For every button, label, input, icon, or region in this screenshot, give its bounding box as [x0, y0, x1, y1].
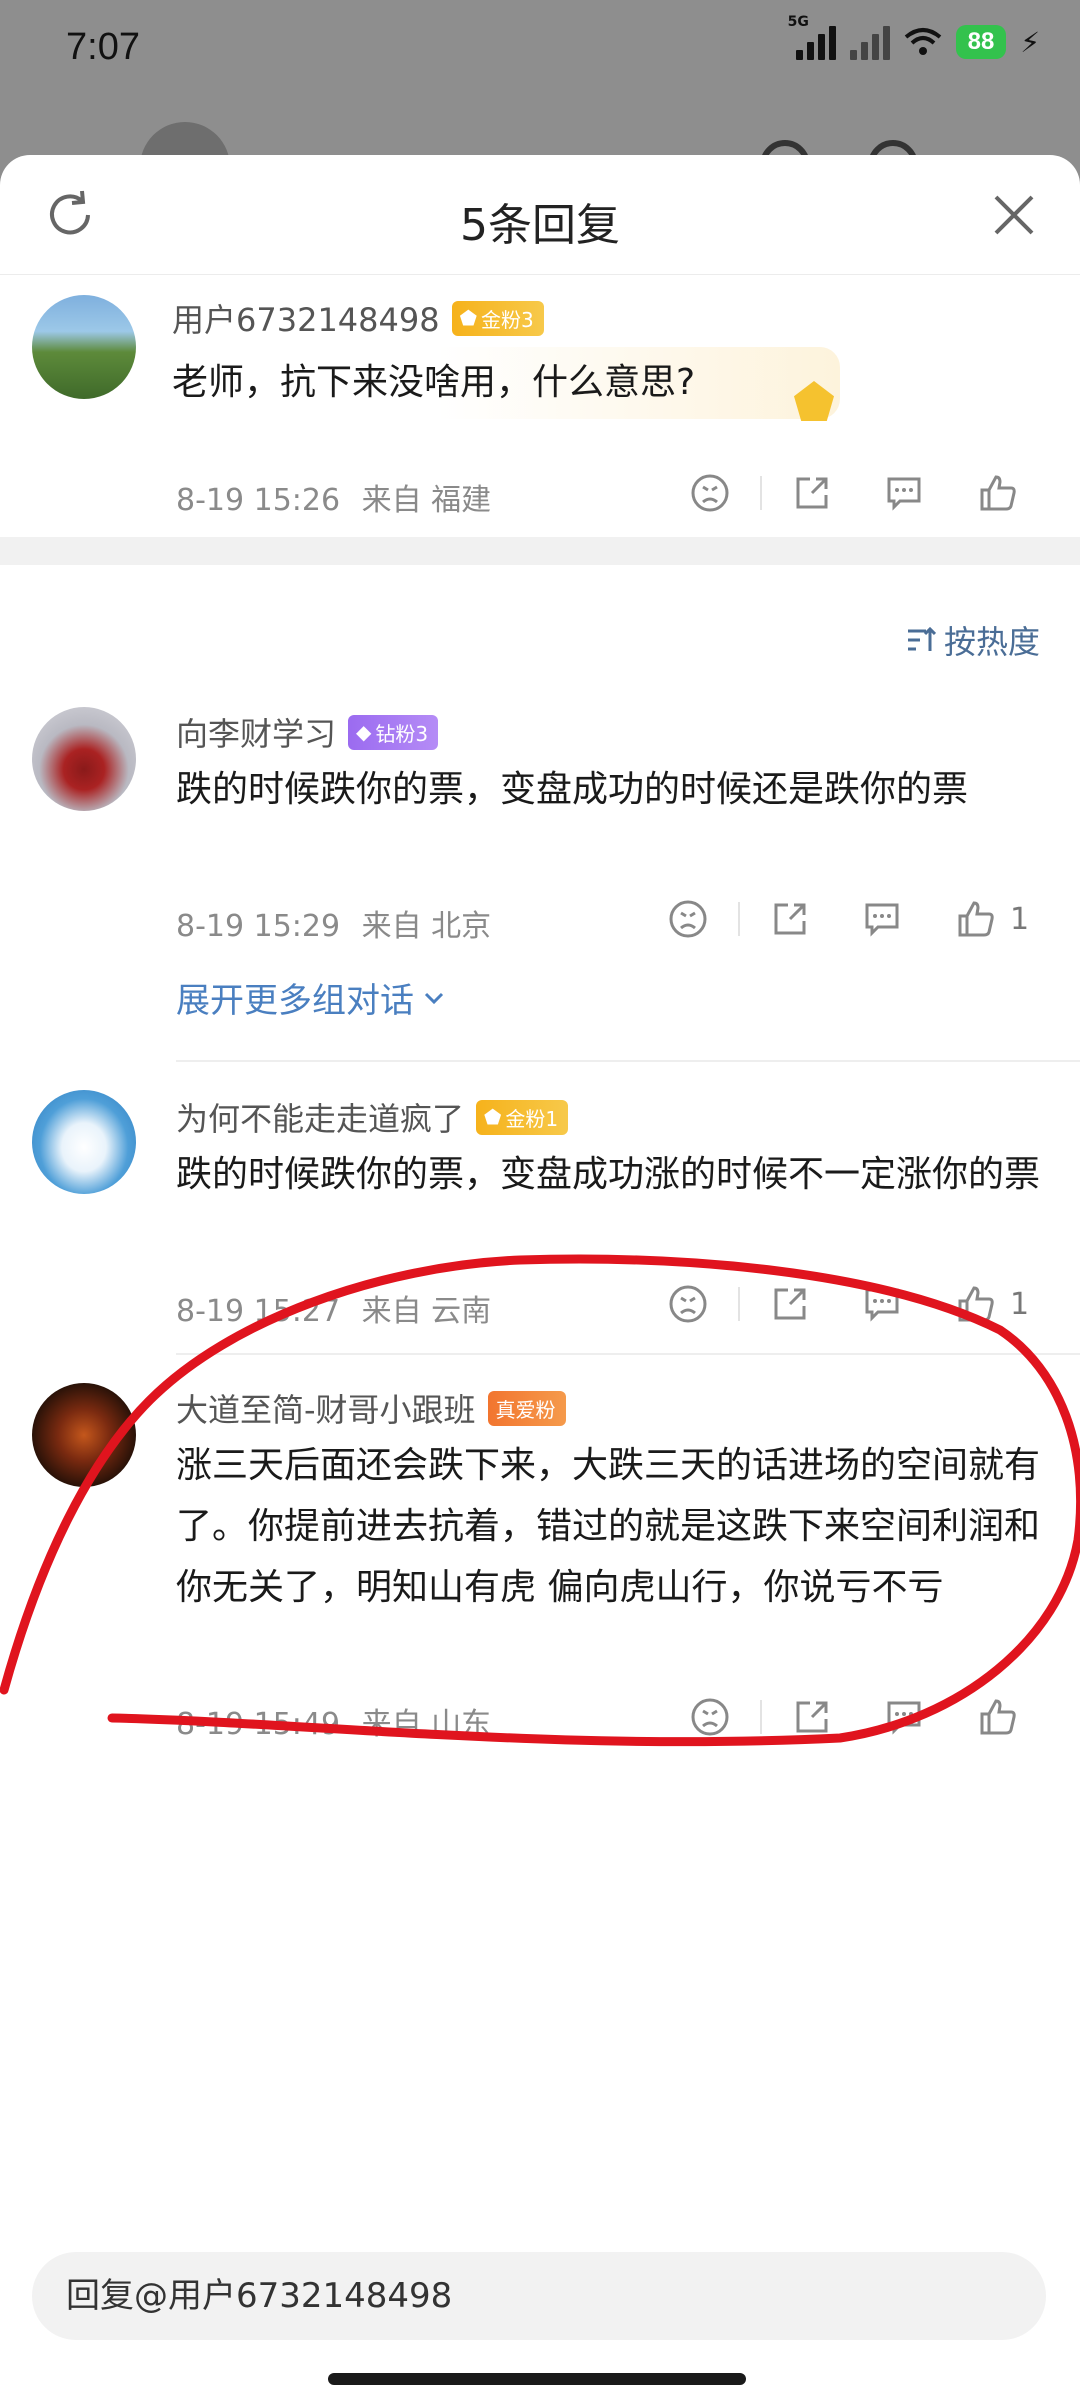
comment-location: 来自 北京 — [361, 909, 492, 944]
like-button[interactable] — [974, 469, 1022, 517]
reply-input[interactable]: 回复@用户6732148498 — [32, 2252, 1046, 2340]
thumbs-up-icon — [958, 901, 994, 937]
share-button[interactable] — [788, 469, 836, 517]
avatar[interactable] — [32, 1090, 136, 1194]
comment-icon — [887, 477, 921, 511]
dislike-button[interactable] — [686, 469, 734, 517]
dislike-button[interactable] — [664, 1280, 712, 1328]
fan-badge-label: 金粉1 — [505, 1106, 559, 1131]
comment-button[interactable] — [880, 1693, 928, 1741]
charging-icon: ⚡ — [1020, 25, 1040, 59]
share-button[interactable] — [766, 895, 814, 943]
battery-indicator: 88 — [955, 25, 1007, 59]
reply-divider — [176, 1060, 1080, 1062]
badge-gem-icon: ⬟ — [459, 306, 477, 330]
share-button[interactable] — [766, 1280, 814, 1328]
like-count: 1 — [1010, 901, 1030, 937]
dislike-button[interactable] — [664, 895, 712, 943]
comment-location: 来自 云南 — [361, 1294, 492, 1329]
share-icon — [774, 903, 806, 935]
expand-conversation-label: 展开更多组对话 — [176, 981, 414, 1021]
comment-date: 8-19 15:29 — [176, 909, 341, 944]
network-type-label: 5G — [787, 14, 809, 30]
comment-icon — [887, 1701, 921, 1735]
sort-icon — [907, 626, 936, 651]
sort-toggle[interactable]: 按热度 — [906, 617, 1040, 663]
comment-location: 来自 山东 — [361, 1707, 492, 1742]
dislike-face-icon — [669, 1285, 707, 1323]
status-time: 7:07 — [66, 26, 140, 68]
badge-gem-icon: ⬟ — [484, 1105, 502, 1129]
fan-badge: ◆ 钻粉3 — [348, 714, 439, 750]
comment-icon — [865, 903, 899, 937]
status-icons: 5G 88 ⚡ — [788, 14, 1040, 60]
comment-date: 8-19 15:27 — [176, 1294, 341, 1329]
like-button[interactable] — [974, 1693, 1022, 1741]
avatar[interactable] — [32, 1383, 136, 1487]
comment-date: 8-19 15:49 — [176, 1707, 341, 1742]
home-indicator[interactable] — [328, 2373, 746, 2385]
expand-conversation-link[interactable]: 展开更多组对话 — [176, 973, 446, 1022]
badge-diamond-icon: ◆ — [356, 720, 372, 744]
share-button[interactable] — [788, 1693, 836, 1741]
sort-label: 按热度 — [943, 623, 1040, 661]
share-icon — [796, 477, 828, 509]
fan-badge: ⬟ 金粉1 — [476, 1099, 569, 1135]
replies-sheet: 5条回复 用户6732148498 ⬟ 金粉3 老师，抗下来没啥用，什么意思? 8… — [0, 155, 1080, 2400]
comment-text: 涨三天后面还会跌下来，大跌三天的话进场的空间就有了。你提前进去抗着，错过的就是这… — [176, 1445, 1041, 1608]
sheet-title: 5条回复 — [460, 200, 620, 251]
thumbs-up-icon — [980, 1699, 1016, 1735]
thumbs-up-icon — [958, 1286, 994, 1322]
wifi-icon — [904, 28, 941, 55]
chevron-down-icon — [424, 992, 444, 1004]
reply-item: 大道至简-财哥小跟班 真爱粉 涨三天后面还会跌下来，大跌三天的话进场的空间就有了… — [0, 1383, 1080, 1743]
comment-button[interactable] — [858, 895, 906, 943]
close-icon[interactable] — [986, 187, 1042, 243]
original-comment: 用户6732148498 ⬟ 金粉3 老师，抗下来没啥用，什么意思? 8-19 1… — [0, 275, 1080, 533]
like-count: 1 — [1010, 1286, 1030, 1322]
signal-secondary-icon — [849, 24, 890, 60]
username[interactable]: 用户6732148498 — [172, 295, 440, 341]
username[interactable]: 向李财学习 — [176, 709, 336, 755]
status-bar: 7:07 5G 88 ⚡ — [0, 0, 1080, 100]
dislike-face-icon — [691, 474, 729, 512]
username[interactable]: 大道至简-财哥小跟班 — [176, 1385, 476, 1431]
section-divider — [0, 537, 1080, 565]
fan-badge-label: 真爱粉 — [495, 1397, 556, 1422]
share-icon — [796, 1701, 828, 1733]
avatar[interactable] — [32, 707, 136, 811]
reply-divider — [176, 1353, 1080, 1355]
dislike-face-icon — [669, 900, 707, 938]
fan-badge-label: 钻粉3 — [375, 721, 429, 746]
comment-text: 老师，抗下来没啥用，什么意思? — [172, 362, 696, 403]
comment-text: 跌的时候跌你的票，变盘成功的时候还是跌你的票 — [176, 769, 969, 810]
fan-badge: ⬟ 金粉3 — [451, 300, 544, 336]
comment-button[interactable] — [858, 1280, 906, 1328]
comment-location: 来自 福建 — [361, 483, 492, 518]
thumbs-up-icon — [980, 475, 1016, 511]
like-button[interactable] — [952, 895, 1000, 943]
username[interactable]: 为何不能走走道疯了 — [176, 1094, 464, 1140]
comment-text: 跌的时候跌你的票，变盘成功涨的时候不一定涨你的票 — [176, 1154, 1041, 1195]
dislike-button[interactable] — [686, 1693, 734, 1741]
share-icon — [774, 1288, 806, 1320]
reply-item: 向李财学习 ◆ 钻粉3 跌的时候跌你的票，变盘成功的时候还是跌你的票 8-19 1… — [0, 697, 1080, 1027]
fan-badge-label: 金粉3 — [481, 307, 534, 332]
dislike-face-icon — [691, 1698, 729, 1736]
comment-button[interactable] — [880, 469, 928, 517]
like-button[interactable] — [952, 1280, 1000, 1328]
sheet-header: 5条回复 — [0, 155, 1080, 275]
avatar[interactable] — [32, 295, 136, 399]
fan-badge: 真爱粉 — [487, 1390, 566, 1426]
signal-5g-icon: 5G — [788, 14, 836, 60]
comment-icon — [865, 1288, 899, 1322]
comment-date: 8-19 15:26 — [176, 483, 341, 518]
